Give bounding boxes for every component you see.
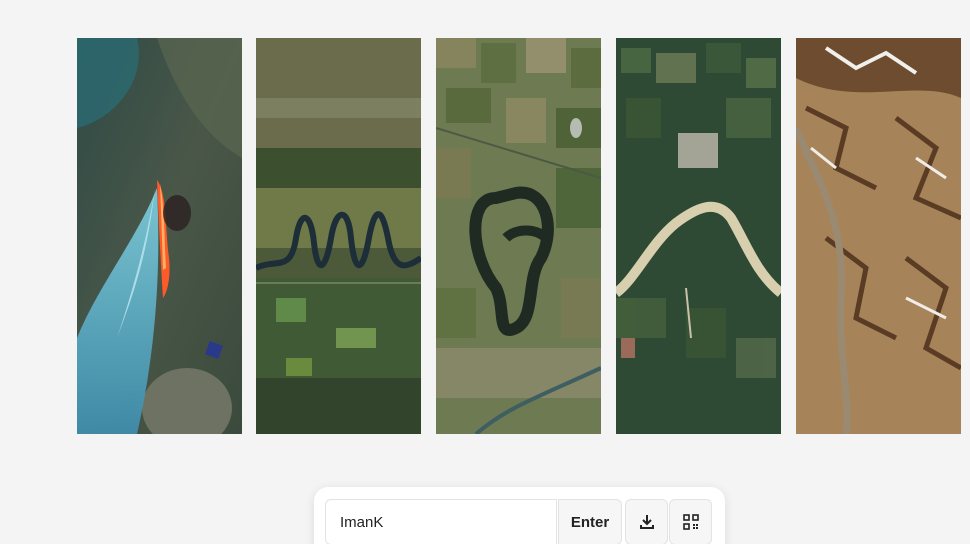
oxbow-lake-farmland-satellite-image	[436, 38, 601, 434]
enter-button[interactable]: Enter	[558, 499, 622, 544]
satellite-tile-farmland-river[interactable]	[616, 38, 781, 434]
wildfire-satellite-image	[77, 38, 242, 434]
qr-code-icon	[682, 514, 699, 530]
name-entry-bar: Enter	[314, 487, 725, 544]
qr-code-button[interactable]	[669, 499, 712, 544]
meandering-river-valley-satellite-image	[256, 38, 421, 434]
satellite-tile-oxbow[interactable]	[436, 38, 601, 434]
download-icon	[639, 515, 654, 529]
name-input[interactable]	[325, 499, 557, 544]
enter-button-label: Enter	[570, 513, 610, 531]
satellite-tile-wildfire[interactable]	[77, 38, 242, 434]
download-button[interactable]	[625, 499, 668, 544]
river-through-farmland-satellite-image	[616, 38, 781, 434]
mountain-ridges-satellite-image	[796, 38, 961, 434]
satellite-tile-mountains[interactable]	[796, 38, 961, 434]
satellite-tile-meander[interactable]	[256, 38, 421, 434]
page: Enter	[0, 0, 970, 544]
